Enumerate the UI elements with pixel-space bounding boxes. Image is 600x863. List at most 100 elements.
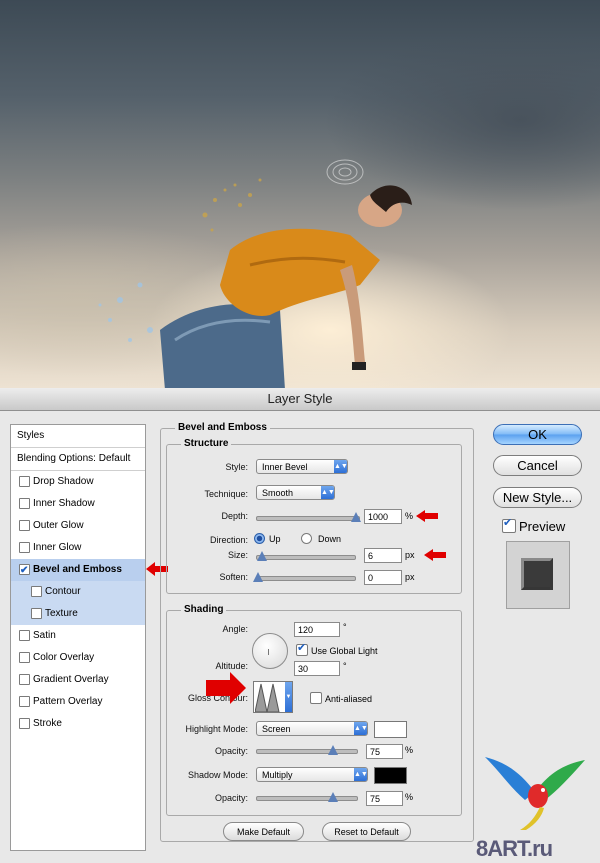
soften-unit: px xyxy=(405,572,415,582)
blending-options[interactable]: Blending Options: Default xyxy=(11,448,145,471)
preview-label: Preview xyxy=(519,519,566,534)
style-item-drop-shadow[interactable]: Drop Shadow xyxy=(11,471,145,493)
soften-slider[interactable] xyxy=(253,572,356,582)
direction-label: Direction: xyxy=(209,535,248,545)
shadow-opacity-slider[interactable] xyxy=(256,792,358,802)
size-field[interactable]: 6 xyxy=(364,548,402,563)
checkbox[interactable] xyxy=(31,586,42,597)
slider-thumb[interactable] xyxy=(257,551,267,561)
parrot-logo-icon xyxy=(485,757,585,830)
dropdown-arrow-icon: ▼ xyxy=(285,682,292,712)
checkbox[interactable] xyxy=(19,630,30,641)
style-item-color-overlay[interactable]: Color Overlay xyxy=(11,647,145,669)
new-style-button[interactable]: New Style... xyxy=(493,487,582,508)
style-item-stroke[interactable]: Stroke xyxy=(11,713,145,735)
depth-field[interactable]: 1000 xyxy=(364,509,402,524)
slider-thumb[interactable] xyxy=(328,745,338,755)
style-item-pattern-overlay[interactable]: Pattern Overlay xyxy=(11,691,145,713)
gloss-contour-picker[interactable]: ▼ xyxy=(253,681,293,713)
angle-dial-needle xyxy=(268,649,269,655)
technique-label: Technique: xyxy=(204,489,248,499)
style-item-label: Color Overlay xyxy=(33,652,95,663)
checkbox[interactable] xyxy=(19,542,30,553)
highlight-opacity-field[interactable]: 75 xyxy=(366,744,403,759)
style-item-satin[interactable]: Satin xyxy=(11,625,145,647)
contour-curve-icon xyxy=(255,683,280,712)
shadow-color-swatch[interactable] xyxy=(374,767,407,784)
style-item-label: Contour xyxy=(45,586,81,597)
dropdown-arrow-icon: ▲▼ xyxy=(354,768,368,781)
preview-swatch-icon xyxy=(521,558,553,590)
checkbox[interactable] xyxy=(19,674,30,685)
angle-label: Angle: xyxy=(222,624,248,634)
preview-thumbnail xyxy=(506,541,570,609)
altitude-field[interactable]: 30 xyxy=(294,661,340,676)
shadow-mode-select[interactable]: Multiply ▲▼ xyxy=(256,767,368,782)
style-item-label: Bevel and Emboss xyxy=(33,564,122,575)
shadow-opacity-label: Opacity: xyxy=(214,793,248,803)
direction-down-radio[interactable] xyxy=(301,533,312,544)
dropdown-arrow-icon: ▲▼ xyxy=(321,486,335,499)
ok-button[interactable]: OK xyxy=(493,424,582,445)
shading-title: Shading xyxy=(181,604,227,615)
style-item-label: Texture xyxy=(45,608,78,619)
angle-unit: ° xyxy=(343,622,347,632)
shadow-opacity-field[interactable]: 75 xyxy=(366,791,403,806)
annotation-arrow-icon xyxy=(424,549,446,561)
bevel-emboss-title: Bevel and Emboss xyxy=(175,422,270,433)
checkbox[interactable] xyxy=(19,652,30,663)
shadow-opacity-unit: % xyxy=(405,792,414,802)
slider-thumb[interactable] xyxy=(328,792,338,802)
style-select[interactable]: Inner Bevel ▲▼ xyxy=(256,459,348,474)
checkbox[interactable] xyxy=(19,520,30,531)
make-default-button[interactable]: Make Default xyxy=(223,822,304,841)
style-item-bevel-emboss[interactable]: Bevel and Emboss xyxy=(11,559,145,582)
size-label: Size: xyxy=(227,550,248,560)
shadow-mode-label: Shadow Mode: xyxy=(187,770,248,780)
shading-box xyxy=(166,610,462,816)
technique-select[interactable]: Smooth ▲▼ xyxy=(256,485,335,500)
style-item-label: Inner Glow xyxy=(33,542,82,553)
reset-default-button[interactable]: Reset to Default xyxy=(322,822,411,841)
background-photo xyxy=(0,0,600,390)
style-item-label: Inner Shadow xyxy=(33,498,95,509)
style-item-gradient-overlay[interactable]: Gradient Overlay xyxy=(11,669,145,691)
style-item-inner-glow[interactable]: Inner Glow xyxy=(11,537,145,559)
direction-down-label: Down xyxy=(318,534,342,544)
style-item-texture[interactable]: Texture xyxy=(11,603,145,625)
checkbox[interactable] xyxy=(19,476,30,487)
global-light-checkbox[interactable] xyxy=(296,641,308,656)
checkbox[interactable] xyxy=(19,498,30,509)
size-slider[interactable] xyxy=(256,551,356,561)
angle-field[interactable]: 120 xyxy=(294,622,340,637)
slider-thumb[interactable] xyxy=(351,512,361,522)
global-light-label: Use Global Light xyxy=(311,646,378,656)
highlight-opacity-slider[interactable] xyxy=(256,745,358,755)
direction-up-radio[interactable] xyxy=(254,533,265,544)
slider-thumb[interactable] xyxy=(253,572,263,582)
checkbox[interactable] xyxy=(19,718,30,729)
style-item-label: Satin xyxy=(33,630,56,641)
direction-up-label: Up xyxy=(269,534,281,544)
style-item-inner-shadow[interactable]: Inner Shadow xyxy=(11,493,145,515)
checkbox[interactable] xyxy=(31,608,42,619)
depth-slider[interactable] xyxy=(256,512,361,522)
altitude-label: Altitude: xyxy=(215,661,248,671)
style-item-contour[interactable]: Contour xyxy=(11,581,145,603)
styles-header[interactable]: Styles xyxy=(11,425,145,448)
highlight-color-swatch[interactable] xyxy=(374,721,407,738)
structure-title: Structure xyxy=(181,438,232,449)
style-item-outer-glow[interactable]: Outer Glow xyxy=(11,515,145,537)
anti-aliased-checkbox[interactable] xyxy=(310,692,322,704)
angle-dial[interactable] xyxy=(252,633,288,669)
highlight-mode-label: Highlight Mode: xyxy=(185,724,248,734)
anti-aliased-label: Anti-aliased xyxy=(325,694,373,704)
style-item-label: Drop Shadow xyxy=(33,476,94,487)
cancel-button[interactable]: Cancel xyxy=(493,455,582,476)
preview-checkbox[interactable] xyxy=(502,516,516,533)
highlight-opacity-unit: % xyxy=(405,745,414,755)
checkbox-checked[interactable] xyxy=(19,560,30,582)
checkbox[interactable] xyxy=(19,696,30,707)
highlight-mode-select[interactable]: Screen ▲▼ xyxy=(256,721,368,736)
soften-field[interactable]: 0 xyxy=(364,570,402,585)
